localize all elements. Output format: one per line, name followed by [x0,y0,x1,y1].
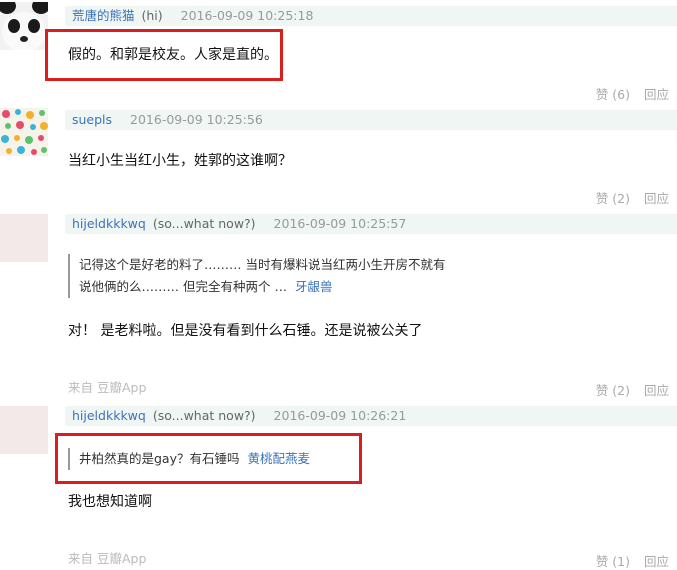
avatar[interactable] [0,108,48,156]
quote-line: 说他俩的么……… 但完全有种两个 … [79,279,287,294]
comment-actions: 赞 (2) 回应 [586,380,669,399]
comment-meta: hijeldkkkwq (so...what now?) 2016-09-09 … [65,214,677,234]
author-link[interactable]: hijeldkkkwq [72,216,146,231]
reply-button[interactable]: 回应 [644,87,669,102]
comment-actions: 赞 (1) 回应 [586,551,669,570]
comment-text: 我也想知道啊 [68,494,152,510]
author-signature: (so...what now?) [152,408,256,423]
like-button[interactable]: 赞 (2) [596,383,630,398]
comment-actions: 赞 (2) 回应 [586,188,669,207]
avatar[interactable] [0,406,48,454]
comment-time: 2016-09-09 10:25:18 [180,8,314,23]
comment-time: 2016-09-09 10:25:57 [273,216,407,231]
comment-meta: hijeldkkkwq (so...what now?) 2016-09-09 … [65,406,677,426]
avatar[interactable] [0,2,48,50]
highlight-box [55,433,362,484]
like-button[interactable]: 赞 (2) [596,191,630,206]
quote-author-link[interactable]: 牙龈兽 [295,279,333,294]
comment-time: 2016-09-09 10:26:21 [273,408,407,423]
source-label: 来自 豆瓣App [68,380,147,395]
like-button[interactable]: 赞 (1) [596,554,630,569]
comment-meta: 荒唐的熊猫 (hi) 2016-09-09 10:25:18 [65,6,677,26]
like-button[interactable]: 赞 (6) [596,87,630,102]
reply-button[interactable]: 回应 [644,554,669,569]
highlight-box [45,29,283,81]
comment-actions: 赞 (6) 回应 [586,84,669,103]
comment-meta: suepls 2016-09-09 10:25:56 [65,110,677,130]
avatar[interactable] [0,214,48,262]
author-signature: (hi) [141,8,163,23]
author-link[interactable]: hijeldkkkwq [72,408,146,423]
comment-text: 当红小生当红小生，姓郭的这谁啊？ [68,153,292,169]
author-link[interactable]: suepls [72,112,112,127]
quoted-comment: 记得这个是好老的料了……… 当时有爆料说当红两小生开房不就有 说他俩的么……… … [68,254,445,298]
reply-button[interactable]: 回应 [644,191,669,206]
quote-line: 记得这个是好老的料了……… 当时有爆料说当红两小生开房不就有 [79,257,446,272]
source-label: 来自 豆瓣App [68,551,147,566]
comment-time: 2016-09-09 10:25:56 [130,112,263,127]
author-link[interactable]: 荒唐的熊猫 [72,8,135,23]
reply-button[interactable]: 回应 [644,383,669,398]
comment-text: 对！ 是老料啦。但是没有看到什么石锤。还是说被公关了 [68,323,423,339]
author-signature: (so...what now?) [152,216,256,231]
